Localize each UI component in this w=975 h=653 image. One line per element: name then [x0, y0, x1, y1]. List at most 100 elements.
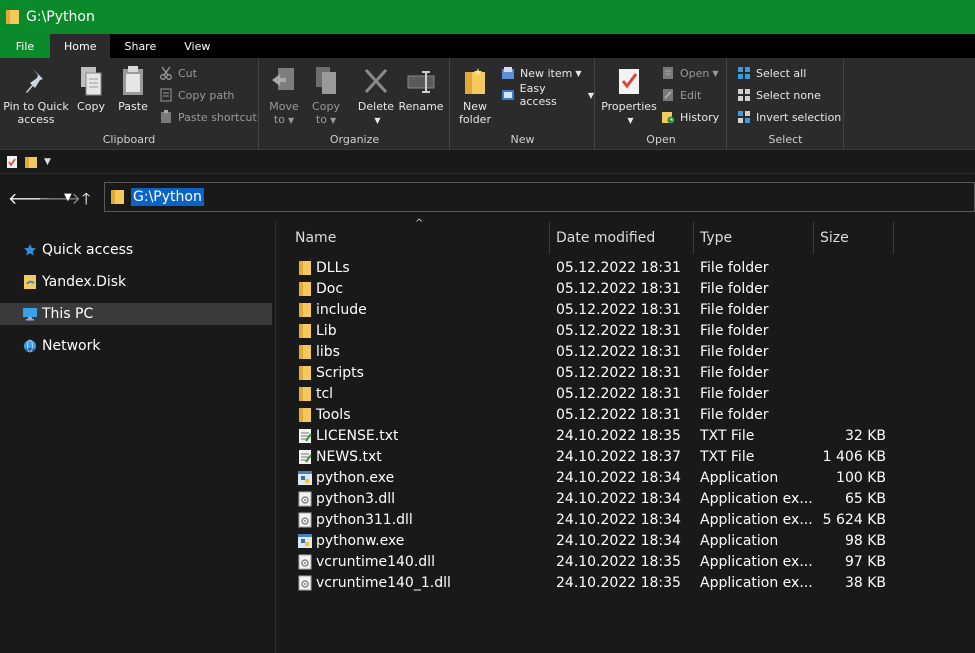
nav-item-network[interactable]: Network	[0, 335, 272, 357]
ribbon: Pin to Quick access Copy Paste Cut Copy …	[0, 58, 975, 150]
file-row[interactable]: NEWS.txt 24.10.2022 18:37 TXT File 1 406 KB	[277, 448, 975, 469]
dll-file-icon	[297, 512, 313, 528]
recent-locations-chevron-icon[interactable]: ▼	[64, 192, 72, 203]
file-row[interactable]: Doc 05.12.2022 18:31 File folder	[277, 280, 975, 301]
file-name-cell: Lib	[297, 323, 337, 339]
file-type: File folder	[700, 344, 769, 360]
chevron-down-icon: ▼	[587, 90, 594, 100]
file-row[interactable]: pythonw.exe 24.10.2022 18:34 Application 98…	[277, 532, 975, 553]
pin-to-quick-access-button[interactable]: Pin to Quick access	[3, 64, 69, 126]
file-name-cell: tcl	[297, 386, 333, 402]
file-type: Application ex...	[700, 575, 812, 591]
column-divider[interactable]	[893, 222, 894, 254]
tab-view[interactable]: View	[170, 34, 224, 58]
file-row[interactable]: Tools 05.12.2022 18:31 File folder	[277, 406, 975, 427]
file-date: 05.12.2022 18:31	[556, 323, 681, 339]
forward-arrow-icon[interactable]: 🡒	[38, 188, 81, 208]
nav-label: This PC	[42, 306, 94, 322]
edit-button[interactable]: Edit	[660, 85, 701, 105]
file-type: File folder	[700, 302, 769, 318]
up-arrow-icon[interactable]: 🡑	[82, 188, 90, 215]
column-header-date[interactable]: Date modified	[556, 222, 692, 254]
select-all-button[interactable]: Select all	[736, 63, 806, 83]
rename-button[interactable]: Rename	[398, 64, 444, 113]
file-name: vcruntime140_1.dll	[316, 575, 451, 591]
qat-properties-icon[interactable]	[6, 155, 18, 169]
select-group-label: Select	[768, 133, 803, 146]
file-name-cell: Scripts	[297, 365, 364, 381]
file-row[interactable]: libs 05.12.2022 18:31 File folder	[277, 343, 975, 364]
pin-label-line2: access	[17, 113, 55, 126]
file-date: 24.10.2022 18:34	[556, 470, 681, 486]
file-row[interactable]: python.exe 24.10.2022 18:34 Application 100…	[277, 469, 975, 490]
organize-group-label: Organize	[329, 133, 380, 146]
chevron-down-icon: ▼	[627, 116, 634, 125]
copy-button[interactable]: Copy	[72, 64, 110, 113]
file-row[interactable]: Scripts 05.12.2022 18:31 File folder	[277, 364, 975, 385]
column-header-size[interactable]: Size	[820, 222, 892, 254]
column-divider[interactable]	[549, 222, 550, 254]
copy-to-label-line2: to	[315, 113, 327, 126]
address-path[interactable]: G:\Python	[131, 188, 204, 206]
file-type: File folder	[700, 365, 769, 381]
open-button[interactable]: Open ▼	[660, 63, 719, 83]
paste-shortcut-icon	[158, 109, 174, 125]
delete-x-icon	[360, 64, 392, 98]
cut-label: Cut	[178, 66, 197, 80]
nav-item-yandex-disk[interactable]: Yandex.Disk	[0, 271, 272, 293]
nav-label: Yandex.Disk	[42, 274, 127, 290]
file-size: 38 KB	[844, 575, 886, 591]
file-row[interactable]: tcl 05.12.2022 18:31 File folder	[277, 385, 975, 406]
easy-access-label: Easy access	[519, 82, 557, 108]
column-divider[interactable]	[693, 222, 694, 254]
properties-button[interactable]: Properties ▼	[600, 64, 658, 127]
tab-file[interactable]: File	[0, 34, 50, 58]
file-type: File folder	[700, 386, 769, 402]
tab-home[interactable]: Home	[50, 34, 111, 58]
copy-to-icon	[310, 64, 342, 98]
history-button[interactable]: History	[660, 107, 719, 127]
move-to-button[interactable]: Move to ▼	[266, 64, 302, 127]
new-folder-button[interactable]: New folder	[455, 64, 495, 126]
column-divider[interactable]	[813, 222, 814, 254]
file-row[interactable]: vcruntime140_1.dll 24.10.2022 18:35 Applic…	[277, 574, 975, 595]
nav-item-this-pc[interactable]: This PC	[0, 303, 272, 325]
column-header-name[interactable]: Name	[295, 222, 549, 254]
qat-customize-icon[interactable]: ▼	[44, 157, 51, 167]
folder-icon	[297, 260, 313, 276]
new-item-button[interactable]: New item ▼	[500, 63, 582, 83]
file-row[interactable]: vcruntime140.dll 24.10.2022 18:35 Applicat…	[277, 553, 975, 574]
file-row[interactable]: include 05.12.2022 18:31 File folder	[277, 301, 975, 322]
copy-to-button[interactable]: Copy to ▼	[308, 64, 344, 127]
nav-item-quick-access[interactable]: Quick access	[0, 239, 272, 261]
select-none-icon	[736, 87, 752, 103]
select-none-button[interactable]: Select none	[736, 85, 821, 105]
invert-selection-button[interactable]: Invert selection	[736, 107, 841, 127]
file-row[interactable]: DLLs 05.12.2022 18:31 File folder	[277, 259, 975, 280]
dll-file-icon	[297, 554, 313, 570]
easy-access-icon	[500, 87, 516, 103]
paste-button[interactable]: Paste	[114, 64, 152, 113]
file-type: File folder	[700, 407, 769, 423]
tab-share[interactable]: Share	[110, 34, 170, 58]
copy-path-button[interactable]: Copy path	[158, 85, 234, 105]
column-header-type[interactable]: Type	[700, 222, 812, 254]
paste-shortcut-button[interactable]: Paste shortcut	[158, 107, 257, 127]
move-label: Move	[269, 100, 299, 113]
move-label-line2: to	[273, 113, 285, 126]
delete-button[interactable]: Delete ▼	[356, 64, 396, 127]
folder-icon	[297, 302, 313, 318]
navigation-pane: Quick access Yandex.Disk This PC Network	[0, 220, 276, 653]
file-row[interactable]: python3.dll 24.10.2022 18:34 Application e…	[277, 490, 975, 511]
file-name: DLLs	[316, 260, 350, 276]
file-row[interactable]: LICENSE.txt 24.10.2022 18:35 TXT File 32 KB	[277, 427, 975, 448]
file-row[interactable]: python311.dll 24.10.2022 18:34 Application…	[277, 511, 975, 532]
cut-button[interactable]: Cut	[158, 63, 197, 83]
qat-new-folder-icon[interactable]	[24, 155, 38, 169]
address-bar[interactable]: G:\Python	[104, 182, 975, 212]
easy-access-button[interactable]: Easy access ▼	[500, 82, 594, 108]
file-row[interactable]: Lib 05.12.2022 18:31 File folder	[277, 322, 975, 343]
invert-selection-label: Invert selection	[756, 110, 842, 124]
folder-icon	[111, 190, 124, 204]
file-name: Lib	[316, 323, 337, 339]
